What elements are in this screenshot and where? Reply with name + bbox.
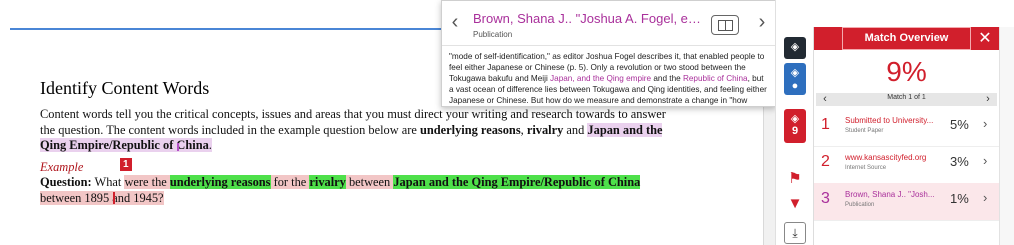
layers-button[interactable]: ◈ [784,37,806,59]
popup-source-title[interactable]: Brown, Shana J.. "Joshua A. Fogel, edito… [473,11,705,26]
document-heading: Identify Content Words [40,78,210,98]
panel-header: Match Overview ✕ [814,27,999,50]
panel-scrollbar[interactable] [999,27,1014,245]
popup-match-1: Japan, and the Qing empire [550,74,652,83]
match-number: 1 [821,116,830,133]
filter-icon: ▼ [787,195,803,212]
close-icon[interactable]: ✕ [974,27,996,50]
flag-button[interactable]: ⚑ [784,168,806,190]
panel-title: Match Overview [842,27,971,50]
popup-next-button[interactable]: › [753,11,771,35]
match-nav-next-button[interactable]: › [981,93,995,106]
keyword-rivalry: rivalry [309,175,346,189]
match-row[interactable]: 2 www.kansascityfed.org Internet Source … [814,146,999,184]
popup-header: ‹ Brown, Shana J.. "Joshua A. Fogel, edi… [442,1,775,46]
match-row[interactable]: 1 Submitted to University... Student Pap… [814,109,999,147]
match-source-type: Internet Source [845,165,887,171]
question-label: Question: [40,175,92,189]
match-source-type: Student Paper [845,128,884,134]
match-row-selected[interactable]: 3 Brown, Shana J.. "Josh... Publication … [814,183,999,221]
match-marker-1[interactable]: 1 [120,158,132,171]
match-source-title: Brown, Shana J.. "Josh... [845,190,935,199]
chevron-right-icon[interactable]: › [983,190,987,205]
popup-prev-button[interactable]: ‹ [446,11,464,35]
chevron-right-icon[interactable]: › [983,153,987,168]
tool-strip: ◈ ◈ ● ◈ 9 ⚑ ▼ ⤓ [775,0,814,245]
match-percent: 5% [950,117,969,132]
match-percent: 1% [950,191,969,206]
match-caret-1 [113,192,115,204]
layers-icon: ◈ [790,41,800,53]
flag-icon: ⚑ [788,170,802,187]
compare-view-icon[interactable] [711,15,739,35]
layers-blue-button[interactable]: ◈ ● [784,63,806,95]
match-nav: ‹ Match 1 of 1 › [816,93,997,106]
comment-icon: ● [791,80,799,92]
match-overview-panel: Match Overview ✕ 9% ‹ Match 1 of 1 › 1 S… [813,27,1014,245]
download-icon: ⤓ [792,226,798,240]
layers-red-icon: ◈ [790,113,800,125]
popup-source-type: Publication [473,30,513,39]
match-overview-button[interactable]: ◈ 9 [784,109,806,143]
download-button[interactable]: ⤓ [784,222,806,244]
match-source-title: www.kansascityfed.org [845,153,927,162]
layers-blue-icon: ◈ [790,67,800,79]
content-word-rivalry: rivalry [526,122,564,137]
example-label: Example [40,160,84,174]
match-number: 2 [821,153,830,170]
match-source-title: Submitted to University... [845,116,934,125]
example-question: Question: What were the underlying reaso… [40,175,641,205]
match-count: 9 [791,125,799,137]
match-percent: 3% [950,154,969,169]
match-source-type: Publication [845,202,875,208]
document-paragraph: Content words tell you the critical conc… [40,107,666,152]
source-popup: ‹ Brown, Shana J.. "Joshua A. Fogel, edi… [441,0,776,107]
match-number: 3 [821,190,830,207]
popup-match-2: Republic of China [682,74,748,83]
match-nav-label: Match 1 of 1 [887,94,926,101]
keyword-reasons: underlying reasons [169,175,271,189]
match-caret-3 [177,143,179,151]
matched-text-1[interactable]: were the underlying reasons for the riva… [40,175,641,205]
keyword-japan: Japan and the Qing Empire/Republic of Ch… [393,175,641,189]
similarity-percent: 9% [886,56,927,87]
filter-button[interactable]: ▼ [784,193,806,215]
popup-excerpt: "mode of self-identification," as editor… [449,52,767,105]
chevron-right-icon[interactable]: › [983,116,987,131]
content-word-reasons: underlying reasons [420,122,521,137]
